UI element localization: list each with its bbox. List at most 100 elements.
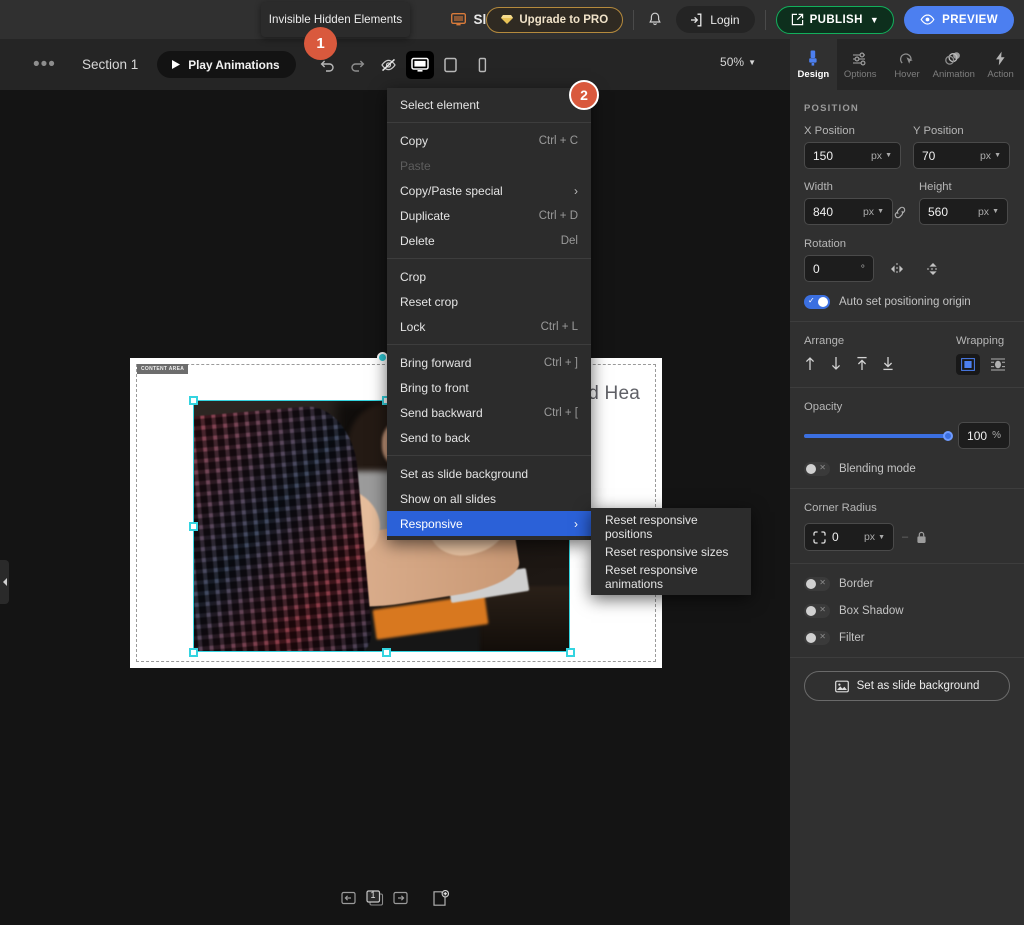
menu-item-send-backward[interactable]: Send backward Ctrl + [ <box>387 400 591 425</box>
upgrade-to-pro-button[interactable]: Upgrade to PRO <box>486 6 624 33</box>
arrow-to-top-icon[interactable] <box>856 356 868 371</box>
redo-icon[interactable] <box>344 51 372 79</box>
menu-item-bring-forward[interactable]: Bring forward Ctrl + ] <box>387 350 591 375</box>
menu-item-lock[interactable]: Lock Ctrl + L <box>387 314 591 339</box>
wrap-tight-icon[interactable] <box>986 354 1010 375</box>
tab-options[interactable]: Options <box>837 39 884 90</box>
box-shadow-toggle[interactable]: ✕ <box>804 604 830 618</box>
menu-label: Bring to front <box>400 380 469 395</box>
tab-animation[interactable]: Animation <box>930 39 977 90</box>
flip-vertical-icon[interactable] <box>920 256 946 282</box>
menu-item-bring-to-front[interactable]: Bring to front <box>387 375 591 400</box>
slide-counter[interactable]: 1 <box>366 889 384 907</box>
chain-link-icon[interactable] <box>893 206 919 225</box>
width-input[interactable]: 840 px ▼ <box>804 198 893 225</box>
resize-handle-bottom-right[interactable] <box>565 647 575 657</box>
opacity-slider-knob[interactable] <box>943 430 953 441</box>
filter-toggle[interactable]: ✕ <box>804 631 830 645</box>
x-position-unit-select[interactable]: px ▼ <box>871 150 892 162</box>
mobile-view-button[interactable] <box>468 51 496 79</box>
app-root: Slider 20 – All c Upgrade to PRO Login <box>0 0 1024 925</box>
height-input[interactable]: 560 px ▼ <box>919 198 1008 225</box>
menu-item-send-to-back[interactable]: Send to back <box>387 425 591 450</box>
menu-shortcut: Ctrl + D <box>538 209 578 222</box>
opacity-input[interactable]: 100 % <box>958 422 1010 449</box>
submenu-label: Reset responsive positions <box>605 512 698 541</box>
opacity-slider[interactable] <box>804 430 953 441</box>
resize-handle-middle-left[interactable] <box>188 521 198 531</box>
right-properties-panel: Design Options Hover Animation Action PO… <box>790 39 1024 925</box>
menu-item-show-on-all-slides[interactable]: Show on all slides <box>387 486 591 511</box>
zoom-control[interactable]: 50% ▼ <box>720 55 756 69</box>
blending-mode-toggle[interactable]: ✕ <box>804 462 830 476</box>
desktop-view-button[interactable] <box>405 50 434 79</box>
arrow-up-icon[interactable] <box>804 356 816 371</box>
tab-action[interactable]: Action <box>977 39 1024 90</box>
menu-item-reset-crop[interactable]: Reset crop <box>387 289 591 314</box>
corner-radius-row: 0 px ▼ – <box>804 523 1010 551</box>
ellipsis-icon[interactable]: ••• <box>33 55 56 74</box>
resize-handle-bottom-center[interactable] <box>381 647 391 657</box>
height-unit-select[interactable]: px ▼ <box>978 206 999 218</box>
annotation-badge-1: 1 <box>304 27 337 60</box>
height-value: 560 <box>928 204 949 219</box>
play-animations-button[interactable]: Play Animations <box>157 51 296 78</box>
menu-item-copy[interactable]: Copy Ctrl + C <box>387 128 591 153</box>
corner-radius-unit-select[interactable]: px ▼ <box>864 531 885 543</box>
menu-item-copy-paste-special[interactable]: Copy/Paste special › <box>387 178 591 203</box>
effects-section: ✕ Border ✕ Box Shadow ✕ Filter <box>790 563 1024 657</box>
border-toggle[interactable]: ✕ <box>804 577 830 591</box>
menu-item-set-as-slide-background[interactable]: Set as slide background <box>387 461 591 486</box>
preview-button[interactable]: PREVIEW <box>904 5 1014 34</box>
lock-icon[interactable] <box>916 531 927 544</box>
publish-button[interactable]: PUBLISH ▼ <box>775 5 895 34</box>
chevron-right-icon <box>2 578 7 586</box>
login-button[interactable]: Login <box>676 6 755 33</box>
resize-handle-top-left[interactable] <box>188 395 198 405</box>
menu-item-crop[interactable]: Crop <box>387 264 591 289</box>
zoom-level-label: 50% <box>720 55 745 69</box>
corner-radius-input[interactable]: 0 px ▼ <box>804 523 894 551</box>
context-menu[interactable]: Select element Copy Ctrl + C Paste Copy/… <box>387 88 591 540</box>
responsive-submenu[interactable]: Reset responsive positions Reset respons… <box>591 508 751 595</box>
previous-slide-button[interactable] <box>341 890 357 906</box>
left-panel-collapse-handle[interactable] <box>0 560 9 604</box>
menu-item-select-element[interactable]: Select element <box>387 92 591 117</box>
top-bar-actions: Upgrade to PRO Login PUBLISH ▼ PREVIEW <box>486 0 1014 39</box>
menu-item-responsive[interactable]: Responsive › <box>387 511 591 536</box>
add-slide-button[interactable] <box>432 889 449 907</box>
menu-item-delete[interactable]: Delete Del <box>387 228 591 253</box>
width-group: Width 840 px ▼ <box>804 181 893 225</box>
toolbar-icon-group <box>313 50 496 79</box>
chevron-down-icon: ▼ <box>878 533 885 541</box>
xy-row: X Position 150 px ▼ Y Position 70 px ▼ <box>804 125 1010 169</box>
auto-origin-toggle[interactable]: ✓ <box>804 295 830 309</box>
menu-shortcut: Ctrl + ] <box>543 356 578 369</box>
menu-label: Copy <box>400 133 429 148</box>
tablet-view-button[interactable] <box>437 51 465 79</box>
tab-hover[interactable]: Hover <box>884 39 931 90</box>
rotation-input[interactable]: 0 ° <box>804 255 874 282</box>
flip-horizontal-icon[interactable] <box>884 256 910 282</box>
x-position-input[interactable]: 150 px ▼ <box>804 142 901 169</box>
wrap-square-icon[interactable] <box>956 354 980 375</box>
resize-handle-bottom-left[interactable] <box>188 647 198 657</box>
arrow-down-icon[interactable] <box>830 356 842 371</box>
submenu-item-reset-responsive-positions[interactable]: Reset responsive positions <box>591 512 751 541</box>
submenu-item-reset-responsive-animations[interactable]: Reset responsive animations <box>591 563 751 591</box>
height-label: Height <box>919 181 952 193</box>
eye-off-icon[interactable] <box>375 51 403 79</box>
login-arrow-icon <box>689 13 703 27</box>
bell-icon[interactable] <box>644 12 666 27</box>
opacity-row: 100 % <box>804 422 1010 449</box>
y-position-input[interactable]: 70 px ▼ <box>913 142 1010 169</box>
menu-item-duplicate[interactable]: Duplicate Ctrl + D <box>387 203 591 228</box>
submenu-item-reset-responsive-sizes[interactable]: Reset responsive sizes <box>591 539 751 564</box>
tab-design[interactable]: Design <box>790 39 837 90</box>
next-slide-button[interactable] <box>393 890 409 906</box>
set-as-slide-background-button[interactable]: Set as slide background <box>804 671 1010 701</box>
arrow-to-bottom-icon[interactable] <box>882 356 894 371</box>
y-position-unit-select[interactable]: px ▼ <box>980 150 1001 162</box>
width-unit-select[interactable]: px ▼ <box>863 206 884 218</box>
section-label[interactable]: Section 1 <box>82 57 138 72</box>
